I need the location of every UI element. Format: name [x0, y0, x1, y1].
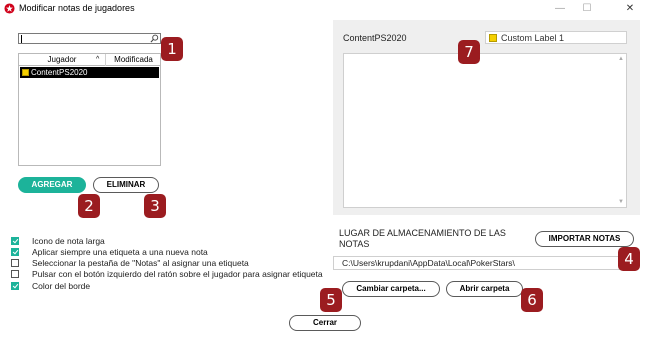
title-bar: Modificar notas de jugadores — ☐ ✕	[0, 0, 651, 18]
sort-ascending-icon: ^	[96, 56, 100, 63]
callout-2: 2	[78, 194, 100, 218]
column-header-modified[interactable]: Modificada	[107, 54, 160, 66]
import-notes-button[interactable]: IMPORTAR NOTAS	[535, 231, 634, 247]
option-label: Pulsar con el botón izquierdo del ratón …	[32, 269, 323, 279]
storage-path-field[interactable]: C:\Users\krupdani\AppData\Local\PokerSta…	[333, 256, 637, 270]
close-window-button[interactable]: ✕	[617, 0, 643, 18]
label-color-swatch	[22, 69, 29, 76]
player-search-input[interactable]	[18, 33, 161, 44]
option-label: Icono de nota larga	[32, 236, 105, 246]
callout-6: 6	[521, 288, 543, 312]
add-button[interactable]: AGREGAR	[18, 177, 86, 193]
checkbox-checked[interactable]	[11, 248, 19, 256]
scroll-up-icon[interactable]: ▲	[618, 56, 624, 62]
text-caret	[21, 35, 22, 43]
maximize-button[interactable]: ☐	[574, 0, 600, 18]
notes-player-name: ContentPS2020	[343, 33, 407, 43]
checkbox-unchecked[interactable]	[11, 259, 19, 267]
callout-3: 3	[144, 194, 166, 218]
player-name: ContentPS2020	[31, 68, 88, 77]
callout-7: 7	[458, 40, 480, 64]
option-label: Aplicar siempre una etiqueta a una nueva…	[32, 247, 208, 257]
label-color-swatch	[489, 34, 497, 42]
storage-section-title: LUGAR DE ALMACENAMIENTO DE LAS NOTAS	[339, 228, 506, 249]
notes-panel: ContentPS2020 Custom Label 1 ▲ ▼	[333, 20, 640, 215]
callout-1: 1	[161, 37, 183, 61]
notes-textarea[interactable]: ▲ ▼	[343, 53, 627, 208]
label-dropdown[interactable]: Custom Label 1	[485, 31, 627, 44]
player-list[interactable]: Jugador ^ Modificada ContentPS2020	[18, 53, 161, 166]
table-row[interactable]: ContentPS2020	[20, 67, 159, 78]
callout-5: 5	[320, 288, 342, 312]
label-name: Custom Label 1	[501, 33, 565, 43]
search-icon[interactable]	[150, 34, 159, 43]
delete-button[interactable]: ELIMINAR	[93, 177, 159, 193]
column-header-player[interactable]: Jugador	[19, 54, 106, 66]
open-folder-button[interactable]: Abrir carpeta	[446, 281, 523, 297]
window-title: Modificar notas de jugadores	[19, 3, 135, 13]
notes-dialog: Modificar notas de jugadores — ☐ ✕ 1 Jug…	[0, 0, 651, 349]
checkbox-checked[interactable]	[11, 282, 19, 290]
scroll-down-icon[interactable]: ▼	[618, 199, 624, 205]
pokerstars-logo-icon	[4, 3, 15, 14]
option-label: Color del borde	[32, 281, 91, 291]
checkbox-unchecked[interactable]	[11, 270, 19, 278]
change-folder-button[interactable]: Cambiar carpeta...	[342, 281, 440, 297]
checkbox-checked[interactable]	[11, 237, 19, 245]
minimize-button[interactable]: —	[547, 0, 573, 18]
option-label: Seleccionar la pestaña de "Notas" al asi…	[32, 258, 249, 268]
list-header: Jugador ^ Modificada	[19, 54, 160, 66]
close-button[interactable]: Cerrar	[289, 315, 361, 331]
callout-4: 4	[618, 247, 640, 271]
